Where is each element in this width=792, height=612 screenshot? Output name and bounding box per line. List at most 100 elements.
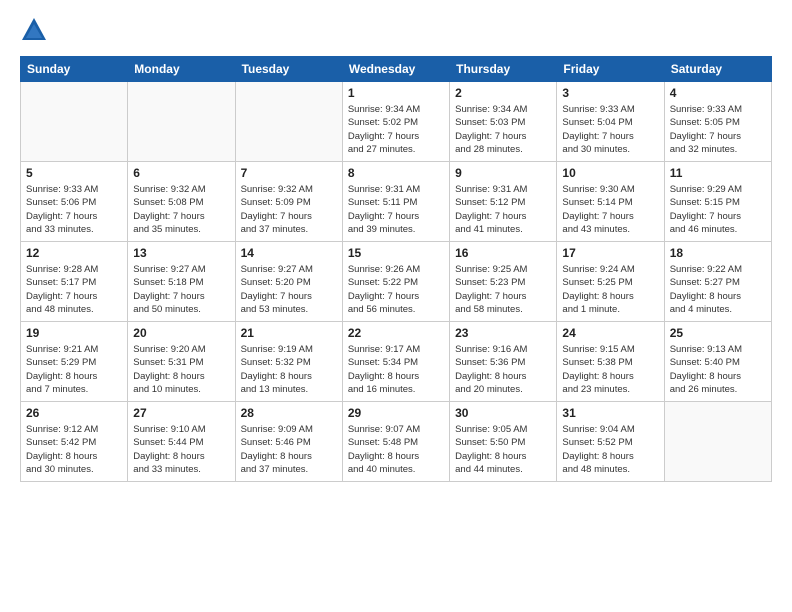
weekday-header-wednesday: Wednesday (342, 57, 449, 82)
calendar-cell: 6 Sunrise: 9:32 AM Sunset: 5:08 PM Daylig… (128, 162, 235, 242)
calendar-cell: 28Sunrise: 9:09 AM Sunset: 5:46 PM Dayli… (235, 402, 342, 482)
day-info: Sunrise: 9:04 AM Sunset: 5:52 PM Dayligh… (562, 423, 658, 476)
day-number: 3 (562, 86, 658, 100)
day-number: 16 (455, 246, 551, 260)
day-number: 20 (133, 326, 229, 340)
calendar-cell: 30 Sunrise: 9:05 AM Sunset: 5:50 PM Dayli… (450, 402, 557, 482)
day-info: Sunrise: 9:15 AM Sunset: 5:38 PM Dayligh… (562, 343, 658, 396)
calendar-cell: 3 Sunrise: 9:33 AM Sunset: 5:04 PM Daylig… (557, 82, 664, 162)
day-number: 4 (670, 86, 766, 100)
day-info: Sunrise: 9:27 AM Sunset: 5:18 PM Dayligh… (133, 263, 229, 316)
calendar-cell: 22 Sunrise: 9:17 AM Sunset: 5:34 PM Dayli… (342, 322, 449, 402)
calendar-week-row: 12 Sunrise: 9:28 AM Sunset: 5:17 PM Dayli… (21, 242, 772, 322)
day-number: 19 (26, 326, 122, 340)
day-info: Sunrise: 9:21 AM Sunset: 5:29 PM Dayligh… (26, 343, 122, 396)
day-number: 24 (562, 326, 658, 340)
day-number: 5 (26, 166, 122, 180)
day-number: 6 (133, 166, 229, 180)
calendar-cell: 24 Sunrise: 9:15 AM Sunset: 5:38 PM Dayli… (557, 322, 664, 402)
day-info: Sunrise: 9:17 AM Sunset: 5:34 PM Dayligh… (348, 343, 444, 396)
day-number: 15 (348, 246, 444, 260)
calendar-cell: 18 Sunrise: 9:22 AM Sunset: 5:27 PM Dayli… (664, 242, 771, 322)
calendar-cell: 5Sunrise: 9:33 AM Sunset: 5:06 PM Daylig… (21, 162, 128, 242)
calendar-cell: 17 Sunrise: 9:24 AM Sunset: 5:25 PM Dayli… (557, 242, 664, 322)
day-number: 31 (562, 406, 658, 420)
calendar-week-row: 19 Sunrise: 9:21 AM Sunset: 5:29 PM Dayli… (21, 322, 772, 402)
page: SundayMondayTuesdayWednesdayThursdayFrid… (0, 0, 792, 492)
calendar-cell: 8Sunrise: 9:31 AM Sunset: 5:11 PM Daylig… (342, 162, 449, 242)
day-info: Sunrise: 9:13 AM Sunset: 5:40 PM Dayligh… (670, 343, 766, 396)
day-info: Sunrise: 9:27 AM Sunset: 5:20 PM Dayligh… (241, 263, 337, 316)
calendar-cell: 27 Sunrise: 9:10 AM Sunset: 5:44 PM Dayli… (128, 402, 235, 482)
day-info: Sunrise: 9:34 AM Sunset: 5:02 PM Dayligh… (348, 103, 444, 156)
day-info: Sunrise: 9:33 AM Sunset: 5:05 PM Dayligh… (670, 103, 766, 156)
calendar-cell: 16 Sunrise: 9:25 AM Sunset: 5:23 PM Dayli… (450, 242, 557, 322)
day-number: 26 (26, 406, 122, 420)
calendar-cell: 2 Sunrise: 9:34 AM Sunset: 5:03 PM Daylig… (450, 82, 557, 162)
day-number: 30 (455, 406, 551, 420)
day-number: 27 (133, 406, 229, 420)
day-info: Sunrise: 9:33 AM Sunset: 5:04 PM Dayligh… (562, 103, 658, 156)
day-info: Sunrise: 9:28 AM Sunset: 5:17 PM Dayligh… (26, 263, 122, 316)
weekday-header-friday: Friday (557, 57, 664, 82)
day-number: 11 (670, 166, 766, 180)
day-number: 28 (241, 406, 337, 420)
day-number: 29 (348, 406, 444, 420)
day-info: Sunrise: 9:25 AM Sunset: 5:23 PM Dayligh… (455, 263, 551, 316)
header (20, 16, 772, 44)
calendar: SundayMondayTuesdayWednesdayThursdayFrid… (20, 56, 772, 482)
calendar-cell: 9 Sunrise: 9:31 AM Sunset: 5:12 PM Daylig… (450, 162, 557, 242)
calendar-cell: 10 Sunrise: 9:30 AM Sunset: 5:14 PM Dayli… (557, 162, 664, 242)
day-info: Sunrise: 9:22 AM Sunset: 5:27 PM Dayligh… (670, 263, 766, 316)
day-info: Sunrise: 9:29 AM Sunset: 5:15 PM Dayligh… (670, 183, 766, 236)
calendar-cell: 25 Sunrise: 9:13 AM Sunset: 5:40 PM Dayli… (664, 322, 771, 402)
day-info: Sunrise: 9:34 AM Sunset: 5:03 PM Dayligh… (455, 103, 551, 156)
calendar-cell: 13 Sunrise: 9:27 AM Sunset: 5:18 PM Dayli… (128, 242, 235, 322)
day-number: 7 (241, 166, 337, 180)
day-info: Sunrise: 9:10 AM Sunset: 5:44 PM Dayligh… (133, 423, 229, 476)
day-number: 22 (348, 326, 444, 340)
calendar-cell: 19 Sunrise: 9:21 AM Sunset: 5:29 PM Dayli… (21, 322, 128, 402)
calendar-cell: 4 Sunrise: 9:33 AM Sunset: 5:05 PM Daylig… (664, 82, 771, 162)
day-number: 2 (455, 86, 551, 100)
day-number: 9 (455, 166, 551, 180)
day-number: 25 (670, 326, 766, 340)
day-info: Sunrise: 9:26 AM Sunset: 5:22 PM Dayligh… (348, 263, 444, 316)
day-info: Sunrise: 9:31 AM Sunset: 5:12 PM Dayligh… (455, 183, 551, 236)
logo (20, 16, 50, 44)
day-info: Sunrise: 9:30 AM Sunset: 5:14 PM Dayligh… (562, 183, 658, 236)
day-info: Sunrise: 9:12 AM Sunset: 5:42 PM Dayligh… (26, 423, 122, 476)
day-info: Sunrise: 9:20 AM Sunset: 5:31 PM Dayligh… (133, 343, 229, 396)
calendar-cell: 1Sunrise: 9:34 AM Sunset: 5:02 PM Daylig… (342, 82, 449, 162)
calendar-cell: 11 Sunrise: 9:29 AM Sunset: 5:15 PM Dayli… (664, 162, 771, 242)
day-info: Sunrise: 9:32 AM Sunset: 5:09 PM Dayligh… (241, 183, 337, 236)
day-info: Sunrise: 9:24 AM Sunset: 5:25 PM Dayligh… (562, 263, 658, 316)
calendar-week-row: 5Sunrise: 9:33 AM Sunset: 5:06 PM Daylig… (21, 162, 772, 242)
calendar-cell (235, 82, 342, 162)
calendar-cell: 26 Sunrise: 9:12 AM Sunset: 5:42 PM Dayli… (21, 402, 128, 482)
calendar-week-row: 1Sunrise: 9:34 AM Sunset: 5:02 PM Daylig… (21, 82, 772, 162)
day-number: 21 (241, 326, 337, 340)
calendar-cell (21, 82, 128, 162)
day-number: 13 (133, 246, 229, 260)
calendar-cell (128, 82, 235, 162)
calendar-cell: 15 Sunrise: 9:26 AM Sunset: 5:22 PM Dayli… (342, 242, 449, 322)
calendar-cell: 21 Sunrise: 9:19 AM Sunset: 5:32 PM Dayli… (235, 322, 342, 402)
calendar-cell: 7 Sunrise: 9:32 AM Sunset: 5:09 PM Daylig… (235, 162, 342, 242)
day-info: Sunrise: 9:32 AM Sunset: 5:08 PM Dayligh… (133, 183, 229, 236)
day-number: 8 (348, 166, 444, 180)
day-number: 14 (241, 246, 337, 260)
day-number: 10 (562, 166, 658, 180)
calendar-cell: 14 Sunrise: 9:27 AM Sunset: 5:20 PM Dayli… (235, 242, 342, 322)
weekday-header-sunday: Sunday (21, 57, 128, 82)
day-info: Sunrise: 9:05 AM Sunset: 5:50 PM Dayligh… (455, 423, 551, 476)
logo-icon (20, 16, 48, 44)
day-number: 12 (26, 246, 122, 260)
day-number: 18 (670, 246, 766, 260)
calendar-cell: 29Sunrise: 9:07 AM Sunset: 5:48 PM Dayli… (342, 402, 449, 482)
day-number: 17 (562, 246, 658, 260)
calendar-week-row: 26 Sunrise: 9:12 AM Sunset: 5:42 PM Dayli… (21, 402, 772, 482)
day-info: Sunrise: 9:19 AM Sunset: 5:32 PM Dayligh… (241, 343, 337, 396)
calendar-cell: 31 Sunrise: 9:04 AM Sunset: 5:52 PM Dayli… (557, 402, 664, 482)
weekday-header-tuesday: Tuesday (235, 57, 342, 82)
